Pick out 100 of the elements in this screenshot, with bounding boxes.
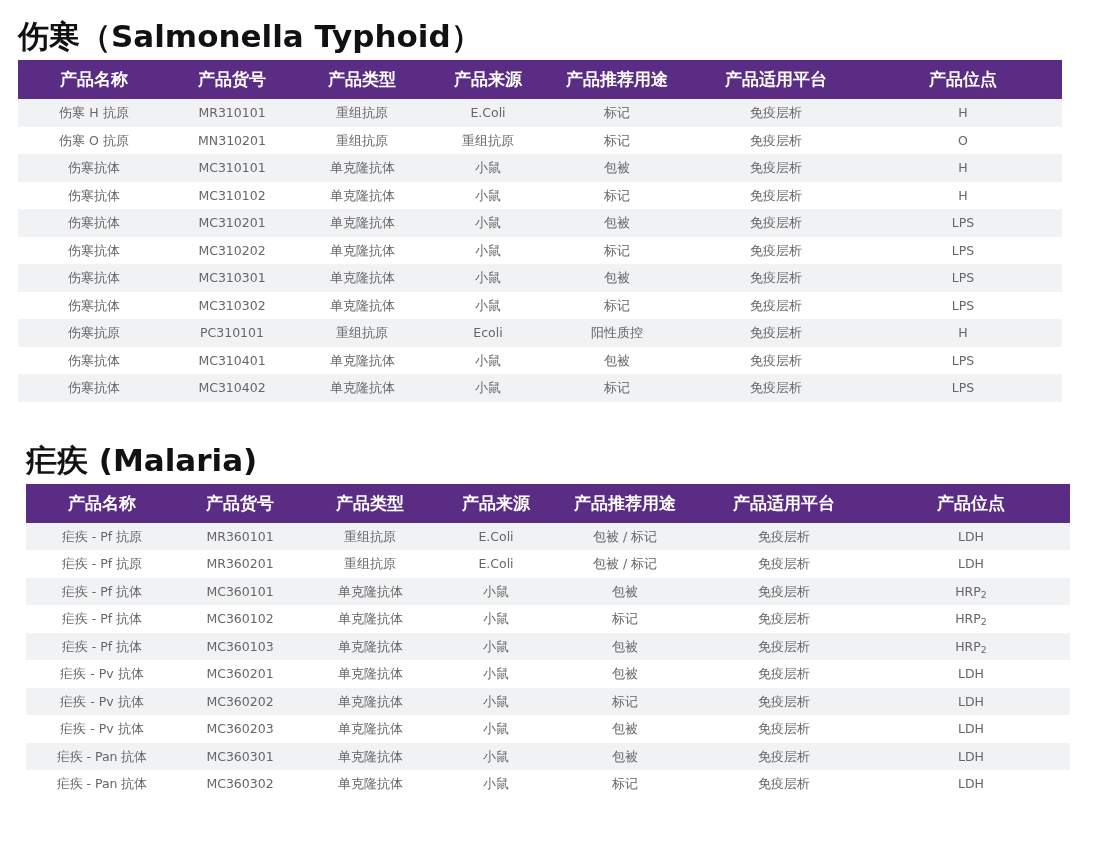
table-cell-text: O xyxy=(957,131,969,150)
table-cell: MC310101 xyxy=(170,154,294,182)
table-cell-text: 标记 xyxy=(603,241,631,260)
table-cell-text: 单克隆抗体 xyxy=(336,775,404,793)
table-cell: 伤寒抗体 xyxy=(18,264,170,292)
table-cell-text: 免疫层析 xyxy=(749,296,803,315)
table-cell: 免疫层析 xyxy=(688,374,864,402)
table-cell: 疟疾 - Pan 抗体 xyxy=(26,742,178,770)
table-cell: 免疫层析 xyxy=(688,264,864,292)
table-cell: MR360101 xyxy=(178,522,302,550)
table-cell: MC360103 xyxy=(178,632,302,660)
table-cell: 伤寒抗原 xyxy=(18,319,170,347)
table-cell-text: MC310202 xyxy=(197,241,267,260)
table-cell: 免疫层析 xyxy=(696,632,872,660)
table-cell: PC310101 xyxy=(170,319,294,347)
table-cell-text: MC360201 xyxy=(205,665,275,683)
section-title: 疟疾 (Malaria) xyxy=(26,440,259,480)
table-cell: 包被 xyxy=(546,154,688,182)
table-cell: 单克隆抗体 xyxy=(302,687,438,715)
table-cell: 疟疾 - Pf 抗体 xyxy=(26,632,178,660)
table-cell-text: 疟疾 - Pf 抗体 xyxy=(60,610,144,628)
table-cell: 小鼠 xyxy=(438,632,554,660)
table-cell: 标记 xyxy=(546,99,688,127)
table-cell-text: 伤寒抗体 xyxy=(67,296,121,315)
table-cell: 阳性质控 xyxy=(546,319,688,347)
table-cell-text: 包被 xyxy=(611,665,639,683)
table-cell-text: 伤寒抗体 xyxy=(67,186,121,205)
table-cell: 重组抗原 xyxy=(294,319,430,347)
table-cell: 免疫层析 xyxy=(688,99,864,127)
table-cell: 小鼠 xyxy=(438,687,554,715)
table-cell-text: MC360302 xyxy=(205,775,275,793)
table-cell-text: 小鼠 xyxy=(474,351,502,370)
table-cell: LDH xyxy=(872,742,1070,770)
table-cell-text: MR360201 xyxy=(205,555,275,573)
table-cell: 包被 xyxy=(546,264,688,292)
table-cell-text: 标记 xyxy=(603,131,631,150)
table-cell-text: 免疫层析 xyxy=(749,241,803,260)
column-header: 产品名称 xyxy=(26,483,178,523)
table-cell: 包被 xyxy=(546,209,688,237)
table-cell: 单克隆抗体 xyxy=(294,374,430,402)
table-cell: 单克隆抗体 xyxy=(294,264,430,292)
table-cell-text: LPS xyxy=(950,296,976,315)
column-header: 产品位点 xyxy=(872,483,1070,523)
column-header: 产品货号 xyxy=(170,60,294,99)
table-cell: LDH xyxy=(872,522,1070,550)
table-cell-text: LDH xyxy=(957,720,985,738)
table-cell: 免疫层析 xyxy=(696,687,872,715)
table-cell: HRP$_{2}$ xyxy=(872,632,1070,660)
table-cell: 标记 xyxy=(554,687,696,715)
table-cell-text: 免疫层析 xyxy=(757,775,811,793)
table-cell-text: MC310102 xyxy=(197,186,267,205)
column-header: 产品类型 xyxy=(294,60,430,99)
table-cell: 小鼠 xyxy=(438,577,554,605)
table-cell: MC360202 xyxy=(178,687,302,715)
table-cell-text: 小鼠 xyxy=(474,241,502,260)
table-cell-text: 疟疾 - Pv 抗体 xyxy=(59,665,145,683)
table-cell-text: 伤寒抗体 xyxy=(67,241,121,260)
table-cell: 包被 xyxy=(554,742,696,770)
column-header: 产品适用平台 xyxy=(688,60,864,99)
table-cell: 伤寒 H 抗原 xyxy=(18,99,170,127)
table-cell: MC310402 xyxy=(170,374,294,402)
table-cell: E.Coli xyxy=(438,522,554,550)
table-cell: 小鼠 xyxy=(430,264,546,292)
column-header: 产品位点 xyxy=(864,60,1062,99)
table-cell-text: 小鼠 xyxy=(474,296,502,315)
column-header: 产品来源 xyxy=(430,60,546,99)
table-cell: MC310201 xyxy=(170,209,294,237)
table-cell: H xyxy=(864,319,1062,347)
column-header: 产品来源 xyxy=(438,483,554,523)
table-cell-text: 单克隆抗体 xyxy=(328,351,396,370)
table-cell: 伤寒抗体 xyxy=(18,209,170,237)
table-cell: 疟疾 - Pf 抗体 xyxy=(26,577,178,605)
table-cell: 单克隆抗体 xyxy=(294,209,430,237)
table-cell: MC310301 xyxy=(170,264,294,292)
table-cell-text: 单克隆抗体 xyxy=(336,665,404,683)
table-cell: E.Coli xyxy=(430,99,546,127)
table-cell: 疟疾 - Pv 抗体 xyxy=(26,687,178,715)
table-cell-text: 单克隆抗体 xyxy=(328,296,396,315)
table-cell-text: 标记 xyxy=(611,610,639,628)
table-cell-text: LDH xyxy=(957,775,985,793)
table-cell: LPS xyxy=(864,374,1062,402)
table-cell: LDH xyxy=(872,687,1070,715)
table-cell-text: MC360203 xyxy=(205,720,275,738)
table-cell: 包被 / 标记 xyxy=(554,522,696,550)
table-cell: 单克隆抗体 xyxy=(302,742,438,770)
table-cell-text: MC360102 xyxy=(205,610,275,628)
table-cell: 小鼠 xyxy=(430,154,546,182)
column-header: 产品推荐用途 xyxy=(554,483,696,523)
table-cell-text: 标记 xyxy=(603,296,631,315)
table-cell: LPS xyxy=(864,209,1062,237)
table-cell: 单克隆抗体 xyxy=(302,577,438,605)
table-cell: 小鼠 xyxy=(430,209,546,237)
table-cell-text: 免疫层析 xyxy=(749,186,803,205)
table-cell-text: 免疫层析 xyxy=(757,665,811,683)
table-cell-text: LPS xyxy=(950,241,976,260)
table-cell-text: 重组抗原 xyxy=(461,131,515,150)
table-cell: 免疫层析 xyxy=(688,319,864,347)
table-cell: 免疫层析 xyxy=(696,522,872,550)
column-header: 产品货号 xyxy=(178,483,302,523)
table-cell: H xyxy=(864,154,1062,182)
